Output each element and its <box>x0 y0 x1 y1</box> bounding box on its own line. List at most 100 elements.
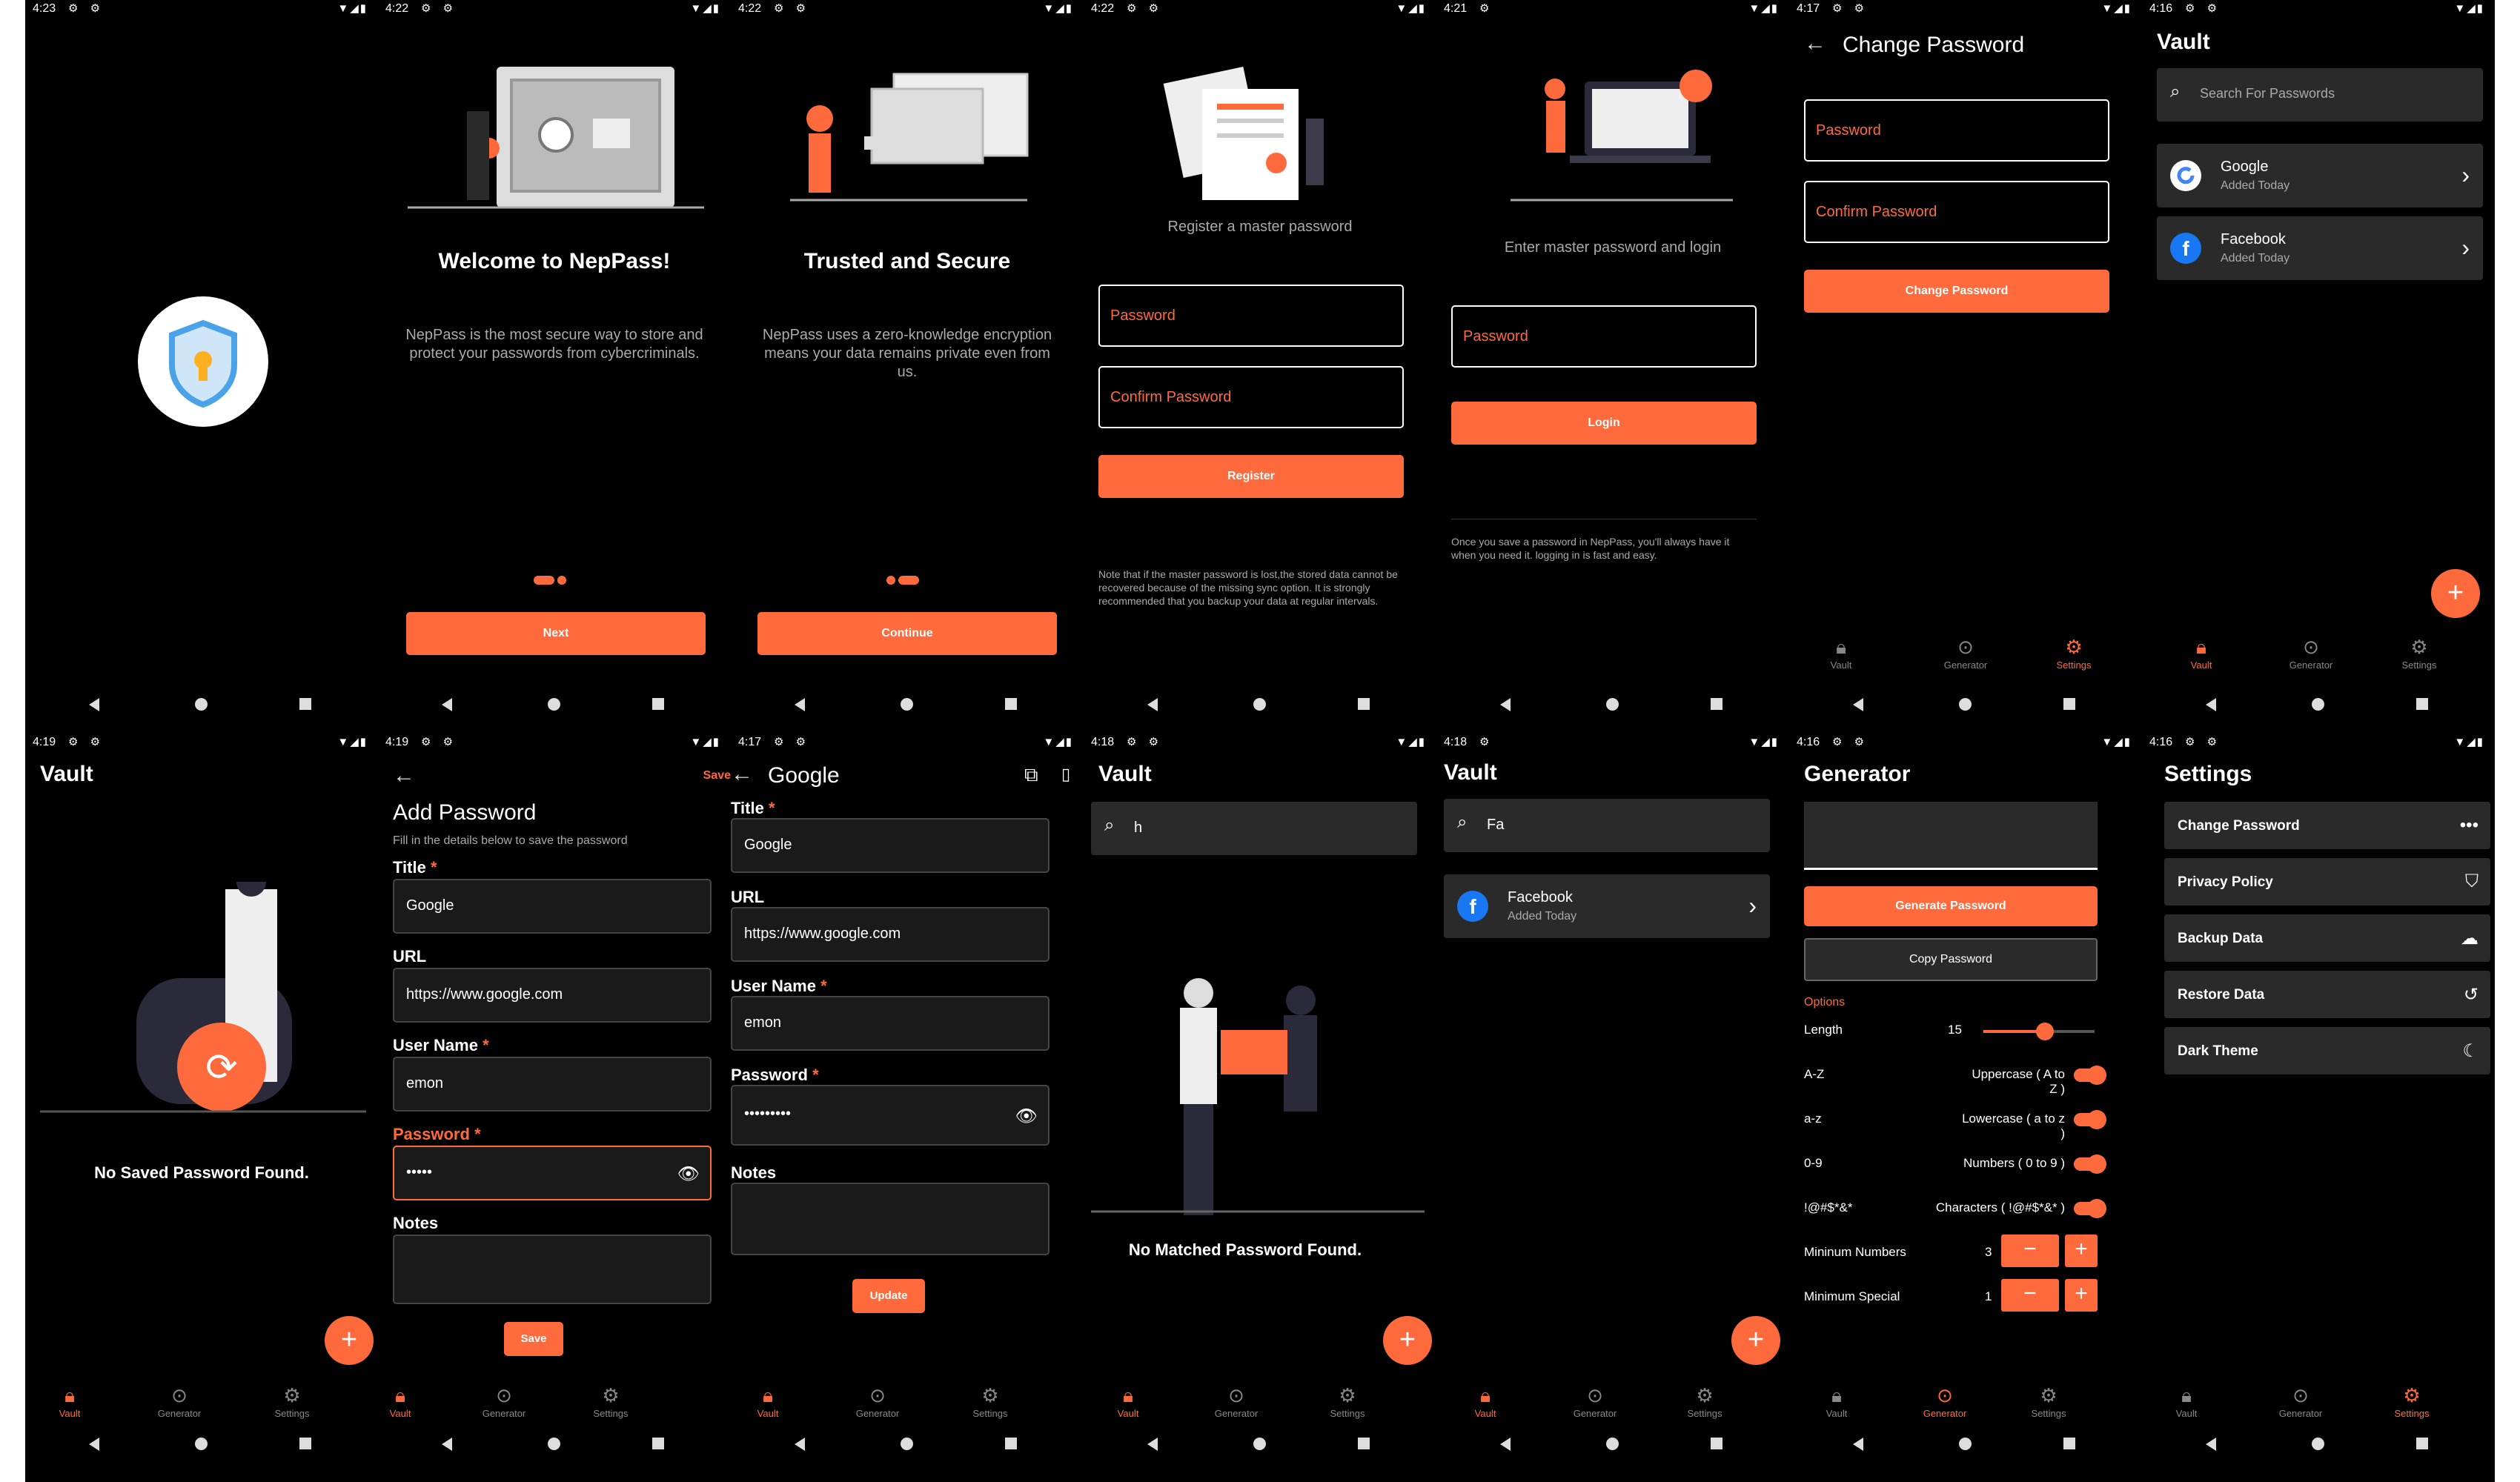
min-special-increment-button[interactable]: + <box>2065 1279 2098 1312</box>
username-input[interactable]: emon <box>731 996 1050 1051</box>
password-item-facebook[interactable]: f Facebook Added Today › <box>2157 216 2483 280</box>
url-input[interactable]: https://www.google.com <box>731 907 1050 962</box>
password-input[interactable]: ••••• 👁︎ <box>393 1146 712 1200</box>
register-button[interactable]: Register <box>1098 455 1404 498</box>
add-password-fab[interactable]: + <box>325 1316 374 1365</box>
recents-nav-button[interactable] <box>299 698 311 710</box>
nav-generator[interactable]: ⊙ Generator <box>1543 1383 1647 1419</box>
nav-generator[interactable]: ⊙ Generator <box>2249 1383 2352 1419</box>
url-input[interactable]: https://www.google.com <box>393 968 712 1023</box>
home-nav-button[interactable] <box>2312 698 2324 711</box>
back-nav-button[interactable] <box>795 698 805 711</box>
back-nav-button[interactable] <box>442 1438 452 1451</box>
back-arrow-icon[interactable]: ← <box>1804 31 1826 56</box>
add-password-fab[interactable]: + <box>1731 1316 1780 1365</box>
uppercase-toggle[interactable] <box>2074 1066 2106 1085</box>
recents-nav-button[interactable] <box>1358 1438 1370 1449</box>
master-password-field[interactable]: Password <box>1098 285 1404 347</box>
characters-toggle[interactable] <box>2074 1199 2106 1218</box>
nav-settings[interactable]: ⚙ Settings <box>1997 1383 2100 1419</box>
nav-generator[interactable]: ⊙ Generator <box>452 1383 556 1419</box>
recents-nav-button[interactable] <box>1005 698 1017 710</box>
nav-settings[interactable]: ⚙ Settings <box>559 1383 663 1419</box>
nav-vault[interactable]: 🔒︎ Vault <box>378 1383 452 1419</box>
home-nav-button[interactable] <box>1606 1438 1619 1450</box>
save-button[interactable]: Save <box>504 1322 563 1356</box>
back-nav-button[interactable] <box>89 698 99 711</box>
min-numbers-increment-button[interactable]: + <box>2065 1235 2098 1267</box>
nav-generator[interactable]: ⊙ Generator <box>1184 1383 1288 1419</box>
length-slider[interactable] <box>1983 1023 2095 1040</box>
home-nav-button[interactable] <box>2312 1438 2324 1450</box>
nav-vault[interactable]: 🔒︎ Vault <box>2142 1383 2238 1419</box>
back-nav-button[interactable] <box>89 1438 99 1451</box>
nav-vault[interactable]: 🔒︎ Vault <box>1436 1383 1537 1419</box>
nav-generator[interactable]: ⊙ Generator <box>1914 634 2017 671</box>
nav-vault[interactable]: 🔒︎ Vault <box>1789 1383 1889 1419</box>
nav-settings[interactable]: ⚙ Settings <box>2360 1383 2464 1419</box>
home-nav-button[interactable] <box>1606 698 1619 711</box>
nav-settings[interactable]: ⚙ Settings <box>1296 1383 1399 1419</box>
change-password-button[interactable]: Change Password <box>1804 270 2109 313</box>
settings-backup-data[interactable]: Backup Data ☁ <box>2164 914 2490 962</box>
save-action[interactable]: Save <box>703 769 731 782</box>
home-nav-button[interactable] <box>1253 1438 1266 1450</box>
home-nav-button[interactable] <box>548 1438 560 1450</box>
search-input[interactable]: ⌕ h <box>1091 802 1417 855</box>
confirm-password-field[interactable]: Confirm Password <box>1098 366 1404 428</box>
back-nav-button[interactable] <box>1853 698 1863 711</box>
next-button[interactable]: Next <box>406 612 706 655</box>
search-input[interactable]: ⌕ Fa <box>1444 799 1770 852</box>
home-nav-button[interactable] <box>195 1438 208 1450</box>
eye-icon[interactable]: 👁︎ <box>677 1163 700 1185</box>
nav-vault[interactable]: 🔒︎ Vault <box>1084 1383 1180 1419</box>
copy-icon[interactable]: ⧉ <box>1024 763 1038 787</box>
home-nav-button[interactable] <box>901 1438 913 1450</box>
back-nav-button[interactable] <box>1500 1438 1511 1451</box>
back-arrow-icon[interactable]: ← <box>393 763 415 788</box>
add-password-fab[interactable]: + <box>2431 569 2480 618</box>
back-nav-button[interactable] <box>2206 698 2216 711</box>
back-nav-button[interactable] <box>1500 698 1511 711</box>
settings-dark-theme[interactable]: Dark Theme ☾ <box>2164 1027 2490 1074</box>
recents-nav-button[interactable] <box>1358 698 1370 710</box>
continue-button[interactable]: Continue <box>757 612 1057 655</box>
recents-nav-button[interactable] <box>2063 698 2075 710</box>
back-nav-button[interactable] <box>442 698 452 711</box>
notes-input[interactable] <box>731 1183 1050 1255</box>
search-input[interactable]: ⌕ Search For Passwords <box>2157 68 2483 122</box>
confirm-password-field[interactable]: Confirm Password <box>1804 181 2109 243</box>
nav-settings[interactable]: ⚙ Settings <box>2367 634 2471 671</box>
recents-nav-button[interactable] <box>2416 698 2428 710</box>
min-numbers-decrement-button[interactable]: − <box>2001 1235 2059 1267</box>
home-nav-button[interactable] <box>1253 698 1266 711</box>
nav-settings[interactable]: ⚙ Settings <box>240 1383 344 1419</box>
nav-vault[interactable]: 🔒︎ Vault <box>1789 634 1893 671</box>
generated-password-output[interactable] <box>1804 802 2098 870</box>
home-nav-button[interactable] <box>195 698 208 711</box>
home-nav-button[interactable] <box>1959 1438 1972 1450</box>
settings-restore-data[interactable]: Restore Data ↺ <box>2164 971 2490 1018</box>
update-button[interactable]: Update <box>852 1279 925 1313</box>
username-input[interactable]: emon <box>393 1057 712 1112</box>
recents-nav-button[interactable] <box>2416 1438 2428 1449</box>
back-nav-button[interactable] <box>1147 698 1158 711</box>
nav-vault[interactable]: 🔒︎ Vault <box>2149 634 2253 671</box>
nav-settings[interactable]: ⚙ Settings <box>938 1383 1042 1419</box>
password-input[interactable]: ••••••••• 👁︎ <box>731 1085 1050 1146</box>
nav-vault[interactable]: 🔒︎ Vault <box>25 1383 122 1419</box>
login-button[interactable]: Login <box>1451 402 1757 445</box>
title-input[interactable]: Google <box>393 879 712 934</box>
password-item-google[interactable]: Google Added Today › <box>2157 144 2483 207</box>
add-password-fab[interactable]: + <box>1383 1316 1432 1365</box>
back-nav-button[interactable] <box>795 1438 805 1451</box>
nav-settings[interactable]: ⚙ Settings <box>2022 634 2126 671</box>
eye-icon[interactable]: 👁︎ <box>1015 1106 1038 1127</box>
recents-nav-button[interactable] <box>652 1438 664 1449</box>
min-special-decrement-button[interactable]: − <box>2001 1279 2059 1312</box>
lowercase-toggle[interactable] <box>2074 1110 2106 1129</box>
new-password-field[interactable]: Password <box>1804 99 2109 162</box>
recents-nav-button[interactable] <box>1005 1438 1017 1449</box>
home-nav-button[interactable] <box>1959 698 1972 711</box>
copy-password-button[interactable]: Copy Password <box>1804 938 2098 981</box>
